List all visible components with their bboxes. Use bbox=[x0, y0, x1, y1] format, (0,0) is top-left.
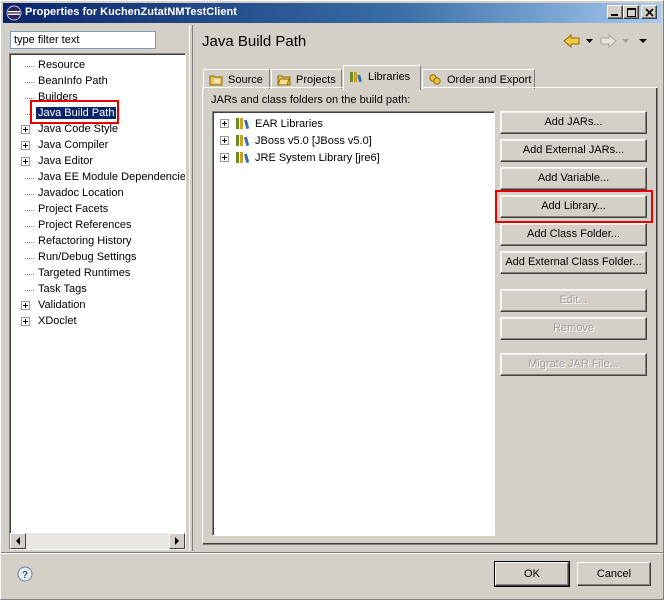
tab-order-and-export[interactable]: Order and Export bbox=[422, 69, 535, 89]
expand-icon[interactable] bbox=[220, 136, 229, 145]
tree-item-label: Java Editor bbox=[38, 155, 94, 167]
tree-item-builders[interactable]: Builders bbox=[10, 90, 185, 106]
order-export-icon bbox=[429, 74, 441, 85]
filter-input[interactable] bbox=[10, 31, 156, 49]
libraries-icon bbox=[350, 72, 362, 83]
projects-folder-icon bbox=[277, 75, 291, 86]
tree-item-task-tags[interactable]: Task Tags bbox=[10, 282, 185, 298]
tree-item-java-editor[interactable]: Java Editor bbox=[10, 154, 185, 170]
build-path-caption: JARs and class folders on the build path… bbox=[211, 94, 411, 106]
back-arrow-icon[interactable] bbox=[563, 34, 581, 48]
library-jre-system[interactable]: JRE System Library [jre6] bbox=[213, 149, 493, 166]
svg-text:?: ? bbox=[22, 570, 28, 581]
tree-item-label: Java Build Path bbox=[36, 107, 117, 119]
library-ear-libraries[interactable]: EAR Libraries bbox=[213, 115, 493, 132]
expand-icon[interactable] bbox=[21, 301, 30, 310]
close-icon bbox=[645, 8, 654, 17]
expand-icon[interactable] bbox=[21, 157, 30, 166]
pane-divider[interactable] bbox=[189, 25, 193, 551]
tree-item-java-build-path[interactable]: Java Build Path bbox=[10, 106, 185, 122]
library-icon bbox=[236, 135, 250, 147]
expand-icon[interactable] bbox=[220, 153, 229, 162]
source-folder-icon bbox=[209, 75, 223, 86]
scroll-left-button[interactable] bbox=[10, 533, 26, 549]
tree-item-label: Task Tags bbox=[38, 283, 87, 295]
tree-item-label: Project References bbox=[38, 219, 132, 231]
arrow-right-icon bbox=[175, 537, 179, 545]
forward-arrow-icon[interactable] bbox=[599, 34, 617, 48]
tree-item-label: Java Code Style bbox=[38, 123, 119, 135]
tree-item-label: Run/Debug Settings bbox=[38, 251, 137, 263]
eclipse-icon bbox=[6, 5, 22, 21]
tree-item-project-references[interactable]: Project References bbox=[10, 218, 185, 234]
minimize-icon bbox=[611, 14, 618, 16]
tree-item-label: Builders bbox=[38, 91, 78, 103]
bottom-separator bbox=[1, 552, 663, 554]
libraries-tree[interactable]: EAR Libraries JBoss v5.0 [JBoss v5.0] JR… bbox=[212, 111, 495, 536]
migrate-jar-file-button[interactable]: Migrate JAR File... bbox=[500, 353, 647, 376]
minimize-button[interactable] bbox=[607, 5, 623, 19]
remove-button[interactable]: Remove bbox=[500, 317, 647, 340]
scroll-right-button[interactable] bbox=[169, 533, 185, 549]
library-jboss[interactable]: JBoss v5.0 [JBoss v5.0] bbox=[213, 132, 493, 149]
edit-button[interactable]: Edit... bbox=[500, 289, 647, 312]
maximize-icon bbox=[627, 8, 636, 17]
tree-horizontal-scrollbar[interactable] bbox=[10, 533, 185, 549]
tree-item-javadoc-location[interactable]: Javadoc Location bbox=[10, 186, 185, 202]
tab-projects[interactable]: Projects bbox=[271, 69, 342, 89]
preferences-tree[interactable]: Resource BeanInfo Path Builders Java Bui… bbox=[9, 53, 186, 550]
forward-dropdown-icon[interactable] bbox=[622, 39, 629, 44]
tree-item-java-compiler[interactable]: Java Compiler bbox=[10, 138, 185, 154]
tree-item-label: Refactoring History bbox=[38, 235, 132, 247]
tab-source[interactable]: Source bbox=[203, 69, 270, 89]
tree-item-label: Validation bbox=[38, 299, 86, 311]
cancel-button[interactable]: Cancel bbox=[577, 562, 651, 586]
tree-item-run-debug-settings[interactable]: Run/Debug Settings bbox=[10, 250, 185, 266]
library-icon bbox=[236, 152, 250, 164]
tree-item-java-code-style[interactable]: Java Code Style bbox=[10, 122, 185, 138]
library-icon bbox=[236, 118, 250, 130]
view-menu-icon[interactable] bbox=[639, 39, 647, 44]
expand-icon[interactable] bbox=[21, 141, 30, 150]
help-icon[interactable]: ? bbox=[17, 566, 33, 582]
tree-item-label: Resource bbox=[38, 59, 86, 71]
add-external-jars-button[interactable]: Add External JARs... bbox=[500, 139, 647, 162]
tree-item-label: XDoclet bbox=[38, 315, 77, 327]
tab-libraries[interactable]: Libraries bbox=[343, 65, 421, 90]
page-title: Java Build Path bbox=[202, 33, 307, 50]
title-bar[interactable]: Properties for KuchenZutatNMTestClient bbox=[3, 3, 661, 23]
properties-window: Properties for KuchenZutatNMTestClient R… bbox=[0, 0, 664, 600]
window-title: Properties for KuchenZutatNMTestClient bbox=[25, 6, 237, 18]
tree-item-xdoclet[interactable]: XDoclet bbox=[10, 314, 185, 330]
close-button[interactable] bbox=[641, 5, 657, 19]
expand-icon[interactable] bbox=[21, 125, 30, 134]
add-class-folder-button[interactable]: Add Class Folder... bbox=[500, 223, 647, 246]
maximize-button[interactable] bbox=[623, 5, 639, 19]
expand-icon[interactable] bbox=[220, 119, 229, 128]
tree-item-label: Java Compiler bbox=[38, 139, 109, 151]
back-dropdown-icon[interactable] bbox=[586, 39, 593, 44]
tree-item-label: Project Facets bbox=[38, 203, 109, 215]
tree-item-refactoring-history[interactable]: Refactoring History bbox=[10, 234, 185, 250]
tree-item-resource[interactable]: Resource bbox=[10, 58, 185, 74]
add-jars-button[interactable]: Add JARs... bbox=[500, 111, 647, 134]
tree-item-label: Java EE Module Dependencies bbox=[38, 171, 186, 183]
tree-item-label: Javadoc Location bbox=[38, 187, 124, 199]
arrow-left-icon bbox=[16, 537, 20, 545]
add-external-class-folder-button[interactable]: Add External Class Folder... bbox=[500, 251, 647, 274]
tree-item-beaninfo-path[interactable]: BeanInfo Path bbox=[10, 74, 185, 90]
tree-item-label: BeanInfo Path bbox=[38, 75, 108, 87]
tree-item-targeted-runtimes[interactable]: Targeted Runtimes bbox=[10, 266, 185, 282]
add-variable-button[interactable]: Add Variable... bbox=[500, 167, 647, 190]
expand-icon[interactable] bbox=[21, 317, 30, 326]
tree-item-label: Targeted Runtimes bbox=[38, 267, 131, 279]
ok-button[interactable]: OK bbox=[494, 561, 570, 587]
add-library-button[interactable]: Add Library... bbox=[500, 195, 647, 218]
tree-item-project-facets[interactable]: Project Facets bbox=[10, 202, 185, 218]
tree-item-java-ee-module-dependencies[interactable]: Java EE Module Dependencies bbox=[10, 170, 185, 186]
tree-item-validation[interactable]: Validation bbox=[10, 298, 185, 314]
